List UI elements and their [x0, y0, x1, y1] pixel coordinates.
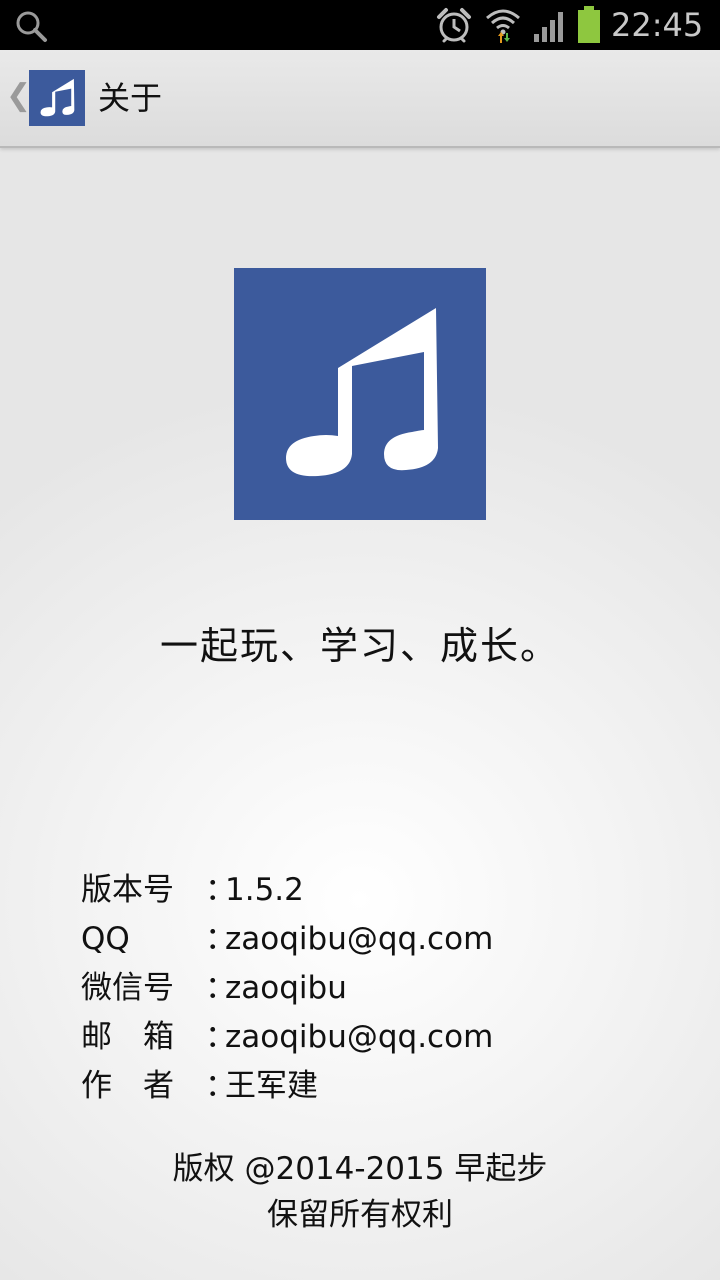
info-value: 1.5.2 — [225, 872, 304, 908]
info-label: QQ — [81, 921, 130, 957]
info-separator: ： — [205, 1019, 236, 1055]
info-separator: ： — [205, 921, 236, 957]
info-row-email: 邮 箱 ：zaoqibu@qq.com — [81, 1013, 493, 1062]
music-note-icon — [286, 308, 438, 477]
info-label: 微信号 — [81, 970, 174, 1006]
info-list: 版本号 ：1.5.2 QQ ：zaoqibu@qq.com 微信号 ：zaoqibu … — [81, 866, 493, 1111]
info-row-wechat: 微信号 ：zaoqibu — [81, 964, 493, 1013]
info-row-qq: QQ ：zaoqibu@qq.com — [81, 915, 493, 964]
rights-line: 保留所有权利 — [267, 1197, 453, 1233]
copyright: 版权 @2014-2015 早起步 保留所有权利 — [0, 1146, 720, 1238]
music-note-icon — [40, 78, 75, 117]
signal-icon — [534, 12, 563, 42]
info-value: zaoqibu@qq.com — [225, 921, 494, 957]
info-value: zaoqibu@qq.com — [225, 1019, 494, 1055]
info-label: 版本号 — [81, 872, 174, 908]
search-icon[interactable] — [14, 9, 48, 43]
back-chevron-icon[interactable]: ❮ — [6, 74, 31, 118]
action-bar: ❮ 关于 — [0, 50, 720, 148]
info-separator: ： — [205, 1068, 236, 1104]
slogan: 一起玩、学习、成长。 — [159, 624, 560, 668]
copyright-line: 版权 @2014-2015 早起步 — [172, 1151, 548, 1187]
info-value: zaoqibu — [225, 970, 347, 1006]
alarm-icon — [437, 8, 471, 43]
info-label: 邮 箱 — [81, 1019, 174, 1055]
app-icon[interactable] — [29, 70, 85, 126]
info-separator: ： — [205, 970, 236, 1006]
status-bar: 22:45 — [0, 0, 720, 50]
battery-icon — [578, 6, 600, 43]
info-value: 王军建 — [225, 1068, 318, 1104]
info-separator: ： — [205, 872, 236, 908]
app-logo — [234, 268, 486, 520]
wifi-icon — [486, 9, 520, 43]
info-row-version: 版本号 ：1.5.2 — [81, 866, 493, 915]
page-title: 关于 — [98, 79, 163, 117]
info-row-author: 作 者 ：王军建 — [81, 1062, 493, 1111]
status-time: 22:45 — [611, 6, 704, 44]
info-label: 作 者 — [81, 1068, 174, 1104]
